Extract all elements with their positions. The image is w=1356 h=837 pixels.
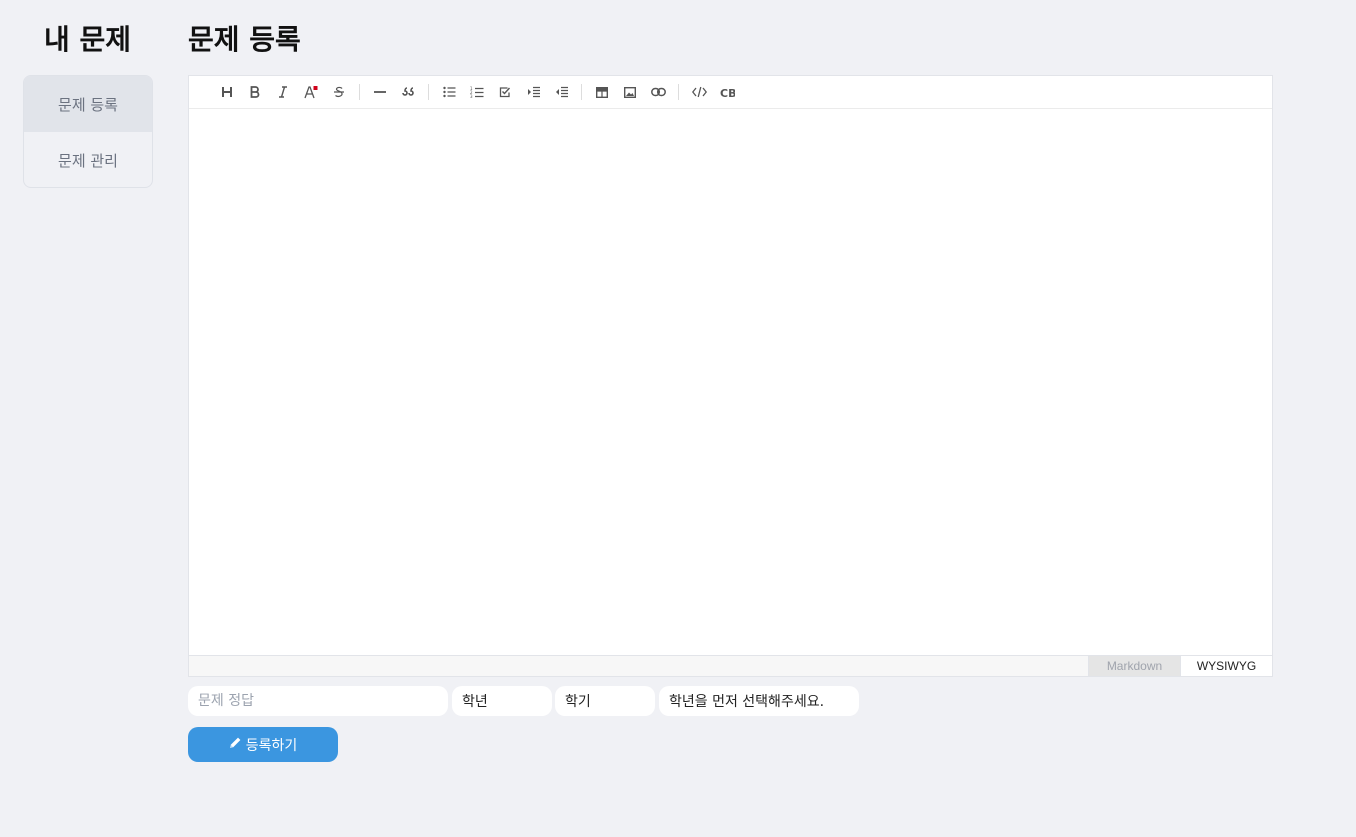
wysiwyg-mode-tab[interactable]: WYSIWYG [1180, 656, 1272, 676]
horizontal-rule-icon[interactable] [366, 80, 394, 104]
quote-icon[interactable] [394, 80, 422, 104]
submit-button[interactable]: 등록하기 [188, 727, 338, 762]
bold-icon[interactable] [241, 80, 269, 104]
ordered-list-icon[interactable]: 123 [463, 80, 491, 104]
answer-input[interactable] [188, 686, 448, 716]
editor-mode-switch: Markdown WYSIWYG [189, 655, 1272, 676]
indent-icon[interactable] [519, 80, 547, 104]
grade-select[interactable]: 학년 [452, 686, 552, 716]
table-icon[interactable] [588, 80, 616, 104]
svg-text:CB: CB [720, 87, 735, 98]
sidebar-item-manage[interactable]: 문제 관리 [24, 132, 152, 187]
toolbar-divider [581, 84, 582, 100]
link-icon[interactable] [644, 80, 672, 104]
markdown-mode-tab[interactable]: Markdown [1088, 656, 1180, 676]
editor-content-area[interactable] [189, 109, 1272, 656]
pencil-icon [229, 736, 242, 753]
text-color-icon[interactable] [297, 80, 325, 104]
unit-select[interactable]: 학년을 먼저 선택해주세요. [659, 686, 859, 716]
sidebar-title: 내 문제 [44, 23, 132, 56]
page-title: 문제 등록 [188, 23, 301, 56]
toolbar-divider [678, 84, 679, 100]
submit-label: 등록하기 [245, 737, 298, 754]
semester-select[interactable]: 학기 [555, 686, 655, 716]
outdent-icon[interactable] [547, 80, 575, 104]
image-icon[interactable] [616, 80, 644, 104]
toolbar-divider [359, 84, 360, 100]
code-icon[interactable] [685, 80, 713, 104]
markdown-editor: 123 CB Markdown WYSIWYG [188, 75, 1273, 677]
code-block-icon[interactable]: CB [713, 80, 741, 104]
heading-icon[interactable] [213, 80, 241, 104]
editor-toolbar: 123 CB [189, 76, 1272, 109]
italic-icon[interactable] [269, 80, 297, 104]
sidebar-menu: 문제 등록 문제 관리 [23, 75, 153, 188]
task-list-icon[interactable] [491, 80, 519, 104]
bullet-list-icon[interactable] [435, 80, 463, 104]
svg-text:3: 3 [470, 94, 473, 99]
strikethrough-icon[interactable] [325, 80, 353, 104]
toolbar-divider [428, 84, 429, 100]
sidebar-item-register[interactable]: 문제 등록 [24, 76, 152, 132]
